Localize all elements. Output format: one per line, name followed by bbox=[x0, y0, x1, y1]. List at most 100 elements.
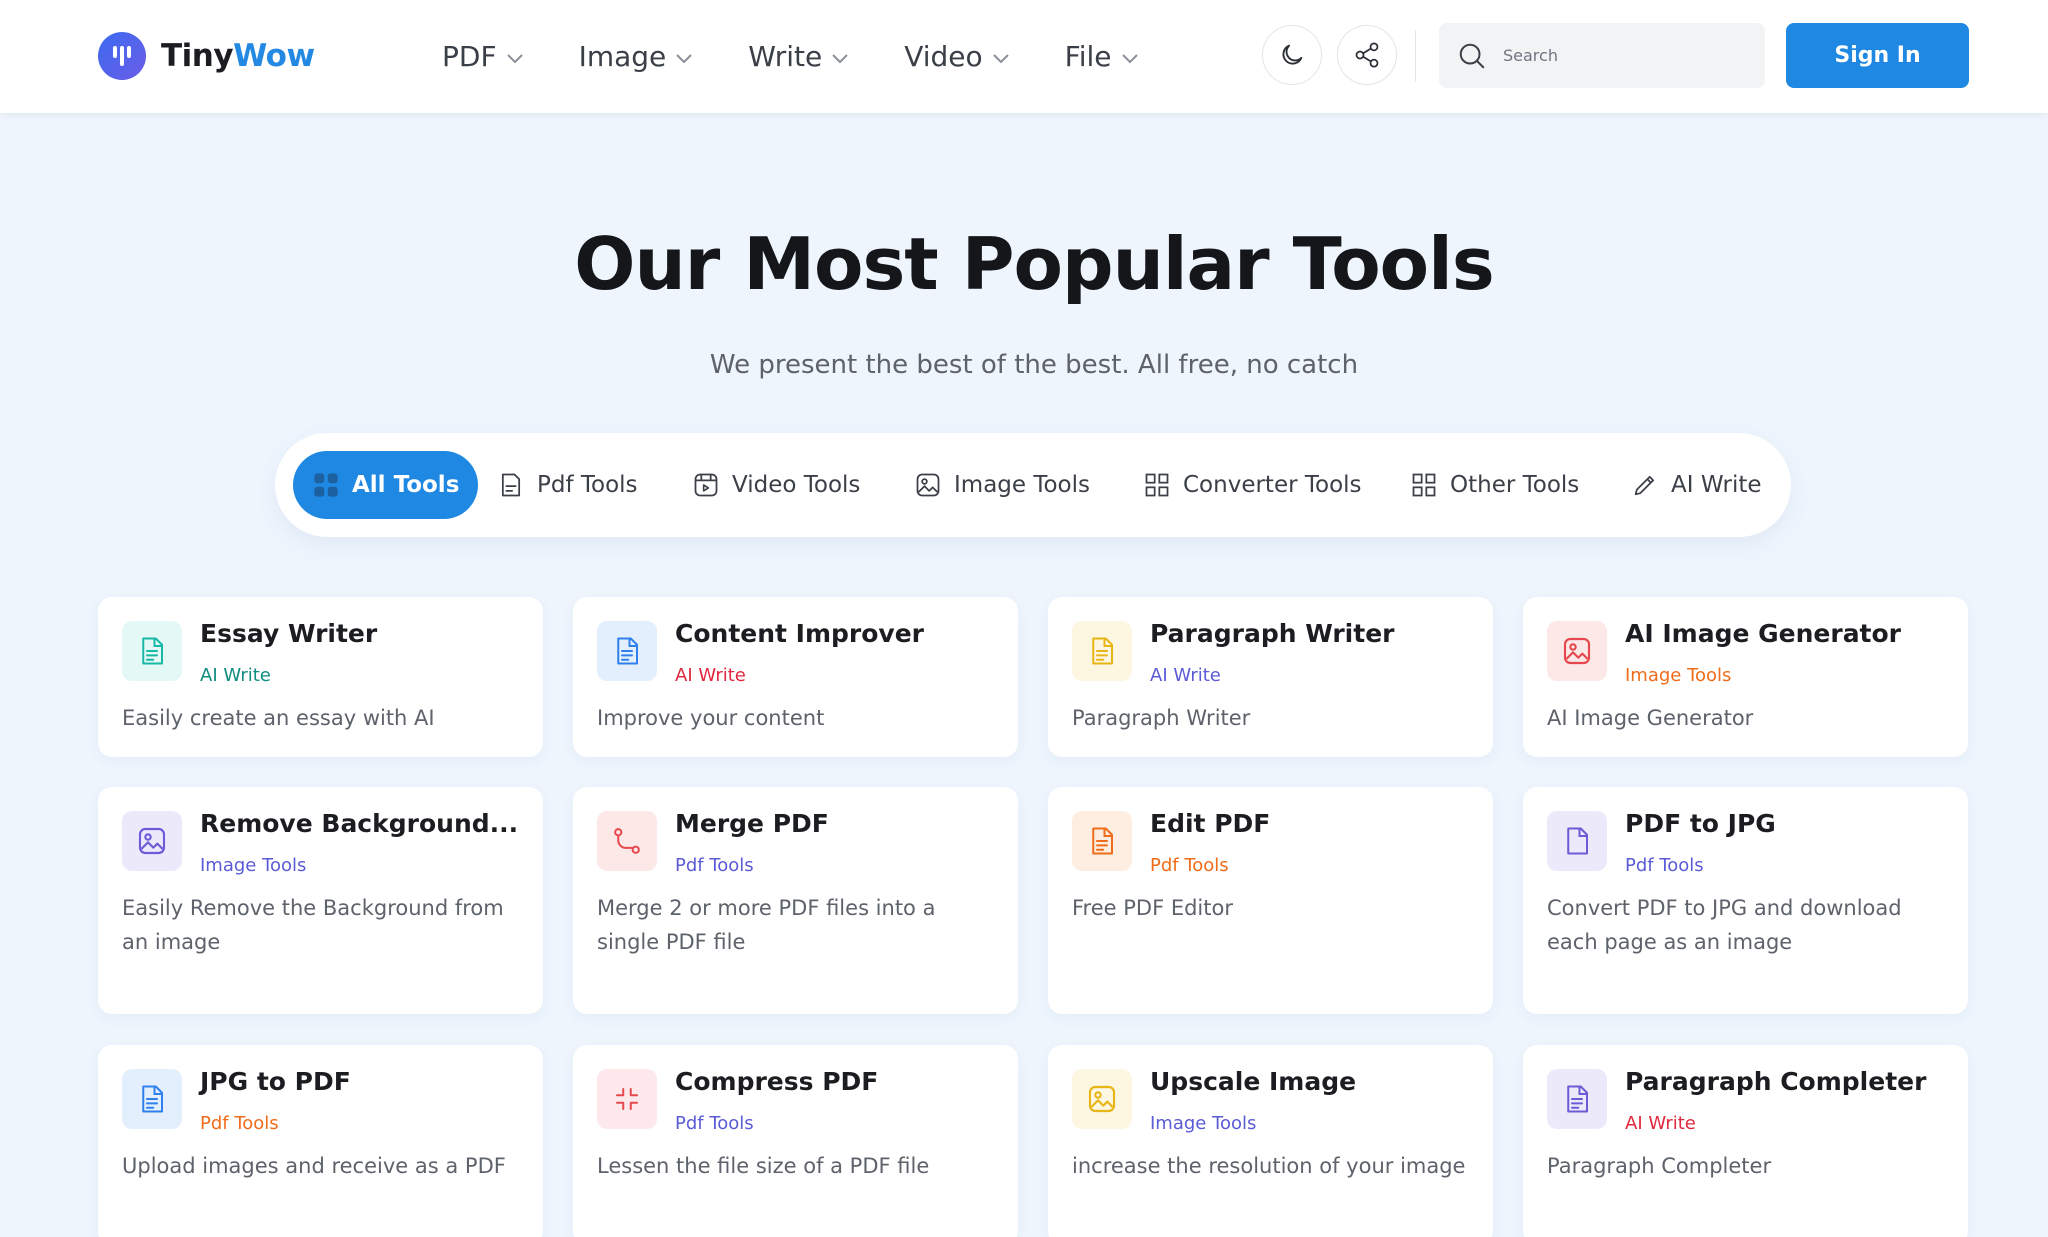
card-description: Upload images and receive as a PDF bbox=[122, 1154, 506, 1178]
card-description: Easily Remove the Background from an ima… bbox=[122, 896, 504, 954]
filter-ai-write[interactable]: AI Write bbox=[1631, 451, 1762, 519]
chevron-down-icon bbox=[992, 53, 1009, 63]
card-description: AI Image Generator bbox=[1547, 706, 1754, 730]
filter-label: Video Tools bbox=[732, 472, 861, 498]
grid-dots-icon bbox=[312, 471, 340, 499]
tool-filter-bar: All Tools Pdf Tools Video Tools Image To… bbox=[275, 433, 1791, 537]
page-subtitle: We present the best of the best. All fre… bbox=[709, 350, 1359, 380]
nav-write[interactable]: Write bbox=[748, 40, 848, 73]
card-title: Paragraph Completer bbox=[1625, 1067, 1927, 1096]
merge-icon bbox=[597, 811, 657, 871]
filter-all-tools[interactable]: All Tools bbox=[293, 451, 479, 519]
card-description: Convert PDF to JPG and download each pag… bbox=[1547, 896, 1902, 954]
logo-icon bbox=[98, 32, 146, 80]
sign-in-button[interactable]: Sign In bbox=[1786, 23, 1969, 88]
card-title: Essay Writer bbox=[200, 619, 378, 648]
card-category: AI Write bbox=[1625, 1113, 1696, 1134]
tool-card-ai-image-generator[interactable]: AI Image Generator Image Tools AI Image … bbox=[1523, 597, 1968, 757]
card-description: Easily create an essay with AI bbox=[122, 706, 435, 730]
dark-mode-button[interactable] bbox=[1262, 25, 1322, 85]
tool-card-content-improver[interactable]: Content Improver AI Write Improve your c… bbox=[573, 597, 1018, 757]
document-icon bbox=[1547, 1069, 1607, 1129]
tool-card-pdf-to-jpg[interactable]: PDF to JPG Pdf Tools Convert PDF to JPG … bbox=[1523, 787, 1968, 1014]
card-title: Paragraph Writer bbox=[1150, 619, 1395, 648]
image-icon bbox=[1547, 621, 1607, 681]
share-icon bbox=[1355, 42, 1379, 68]
card-description: Improve your content bbox=[597, 706, 825, 730]
nav-label: File bbox=[1064, 40, 1112, 73]
card-category: Pdf Tools bbox=[200, 1113, 279, 1134]
tool-card-remove-background[interactable]: Remove Background... Image Tools Easily … bbox=[98, 787, 543, 1014]
search-icon bbox=[1459, 43, 1485, 68]
document-icon bbox=[122, 1069, 182, 1129]
card-title: Upscale Image bbox=[1150, 1067, 1357, 1096]
filter-label: Converter Tools bbox=[1183, 472, 1362, 498]
header-divider bbox=[1415, 30, 1416, 82]
card-category: Pdf Tools bbox=[675, 1113, 754, 1134]
pdf-file-icon bbox=[497, 471, 525, 499]
video-icon bbox=[692, 471, 720, 499]
filter-video-tools[interactable]: Video Tools bbox=[692, 451, 860, 519]
top-header: TinyWow PDF Image Write Video File Sign … bbox=[0, 0, 2048, 113]
card-category: AI Write bbox=[675, 665, 746, 686]
filter-image-tools[interactable]: Image Tools bbox=[914, 451, 1090, 519]
brand-logo[interactable]: TinyWow bbox=[98, 32, 315, 80]
tool-card-essay-writer[interactable]: Essay Writer AI Write Easily create an e… bbox=[98, 597, 543, 757]
filter-label: Pdf Tools bbox=[537, 472, 638, 498]
file-icon bbox=[1547, 811, 1607, 871]
filter-label: Other Tools bbox=[1450, 472, 1580, 498]
nav-file[interactable]: File bbox=[1065, 40, 1138, 73]
tool-card-paragraph-completer[interactable]: Paragraph Completer AI Write Paragraph C… bbox=[1523, 1045, 1968, 1237]
compress-icon bbox=[597, 1069, 657, 1129]
card-title: Remove Background... bbox=[200, 809, 519, 838]
card-title: JPG to PDF bbox=[200, 1067, 351, 1096]
brand-name-tiny: Tiny bbox=[161, 38, 234, 74]
card-title: Merge PDF bbox=[675, 809, 829, 838]
brand-name: TinyWow bbox=[161, 38, 315, 74]
card-category: Image Tools bbox=[200, 855, 307, 876]
tool-card-jpg-to-pdf[interactable]: JPG to PDF Pdf Tools Upload images and r… bbox=[98, 1045, 543, 1237]
nav-video[interactable]: Video bbox=[904, 40, 1009, 73]
nav-image[interactable]: Image bbox=[579, 40, 693, 73]
nav-label: Write bbox=[748, 40, 823, 73]
nav-label: PDF bbox=[442, 40, 497, 73]
card-category: AI Write bbox=[200, 665, 271, 686]
page-title: Our Most Popular Tools bbox=[574, 222, 1494, 306]
tool-card-upscale-image[interactable]: Upscale Image Image Tools increase the r… bbox=[1048, 1045, 1493, 1237]
chevron-down-icon bbox=[676, 53, 692, 63]
main-nav: PDF Image Write Video File bbox=[442, 0, 1194, 113]
card-description: Paragraph Completer bbox=[1547, 1154, 1772, 1178]
tool-card-edit-pdf[interactable]: Edit PDF Pdf Tools Free PDF Editor bbox=[1048, 787, 1493, 1014]
search-input[interactable] bbox=[1503, 46, 1743, 65]
card-description: Merge 2 or more PDF files into a single … bbox=[597, 896, 936, 954]
card-title: Compress PDF bbox=[675, 1067, 879, 1096]
card-category: Pdf Tools bbox=[1150, 855, 1229, 876]
tool-card-compress-pdf[interactable]: Compress PDF Pdf Tools Lessen the file s… bbox=[573, 1045, 1018, 1237]
card-description: Free PDF Editor bbox=[1072, 896, 1233, 920]
nav-pdf[interactable]: PDF bbox=[442, 40, 523, 73]
card-category: Image Tools bbox=[1150, 1113, 1257, 1134]
image-icon bbox=[122, 811, 182, 871]
card-category: Pdf Tools bbox=[675, 855, 754, 876]
image-icon bbox=[1072, 1069, 1132, 1129]
document-icon bbox=[122, 621, 182, 681]
image-icon bbox=[914, 471, 942, 499]
document-icon bbox=[597, 621, 657, 681]
share-button[interactable] bbox=[1337, 25, 1397, 85]
card-description: Paragraph Writer bbox=[1072, 706, 1251, 730]
filter-pdf-tools[interactable]: Pdf Tools bbox=[497, 451, 638, 519]
filter-label: AI Write bbox=[1671, 472, 1762, 498]
search-box[interactable] bbox=[1439, 23, 1765, 88]
brand-name-wow: Wow bbox=[233, 38, 315, 74]
filter-converter-tools[interactable]: Converter Tools bbox=[1143, 451, 1362, 519]
nav-label: Video bbox=[904, 40, 983, 73]
tool-card-merge-pdf[interactable]: Merge PDF Pdf Tools Merge 2 or more PDF … bbox=[573, 787, 1018, 1014]
filter-label: Image Tools bbox=[954, 472, 1091, 498]
moon-icon bbox=[1282, 44, 1303, 65]
card-title: Content Improver bbox=[675, 619, 925, 648]
chevron-down-icon bbox=[1121, 53, 1138, 63]
filter-other-tools[interactable]: Other Tools bbox=[1410, 451, 1579, 519]
filter-label: All Tools bbox=[352, 472, 460, 498]
chevron-down-icon bbox=[832, 53, 848, 63]
tool-card-paragraph-writer[interactable]: Paragraph Writer AI Write Paragraph Writ… bbox=[1048, 597, 1493, 757]
